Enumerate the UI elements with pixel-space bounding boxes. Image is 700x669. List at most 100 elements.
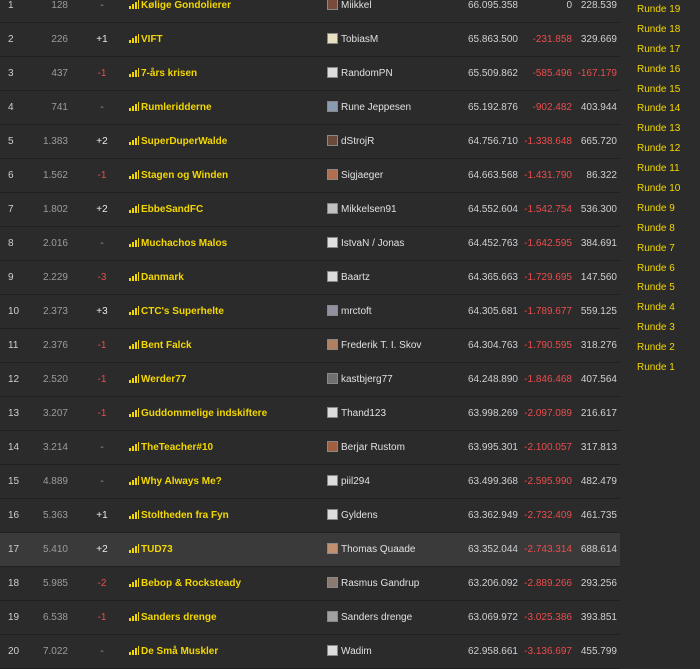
table-row[interactable]: 3 437 -1 7-års krisen RandomPN 65.509.862 -585… [0, 57, 620, 91]
table-row[interactable]: 9 2.229 -3 Danmark Baartz 64.365.663 -1.729.69… [0, 261, 620, 295]
team-link[interactable]: Guddommelige indskiftere [129, 397, 267, 430]
manager-link[interactable]: mrctoft [327, 295, 372, 328]
manager-link[interactable]: Thand123 [327, 397, 386, 430]
table-row[interactable]: 8 2.016 - Muchachos Malos IstvaN / Jonas 64.4… [0, 227, 620, 261]
manager-name: Frederik T. I. Skov [341, 340, 422, 351]
manager-link[interactable]: Wadim [327, 635, 372, 668]
team-link[interactable]: Werder77 [129, 363, 186, 396]
table-row[interactable]: 18 5.985 -2 Bebop & Rocksteady Rasmus Gandru… [0, 567, 620, 601]
manager-link[interactable]: kastbjerg77 [327, 363, 393, 396]
team-link[interactable]: De Små Muskler [129, 635, 218, 668]
round-link[interactable]: Runde 3 [630, 318, 700, 338]
diff-to-leader: -1.431.790 [524, 170, 572, 181]
team-link[interactable]: VIFT [129, 23, 163, 56]
team-link[interactable]: Sanders drenge [129, 601, 217, 634]
table-row[interactable]: 10 2.373 +3 CTC's Superhelte mrctoft 64.305.6… [0, 295, 620, 329]
table-row[interactable]: 12 2.520 -1 Werder77 kastbjerg77 64.248.890 -1… [0, 363, 620, 397]
team-link[interactable]: SuperDuperWalde [129, 125, 227, 158]
diff-to-leader: -2.595.990 [524, 476, 572, 487]
table-row[interactable]: 15 4.889 - Why Always Me? piil294 63.499.368-… [0, 465, 620, 499]
team-link[interactable]: Bent Falck [129, 329, 192, 362]
round-link[interactable]: Runde 7 [630, 239, 700, 259]
table-row[interactable]: 5 1.383 +2 SuperDuperWalde dStrojR 64.756.710… [0, 125, 620, 159]
team-link[interactable]: EbbeSandFC [129, 193, 203, 226]
total-points: 63.352.044 [467, 544, 518, 555]
table-row[interactable]: 2 226 +1 VIFT TobiasM 65.863.500 -231.858 329.6… [0, 23, 620, 57]
table-row[interactable]: 20 7.022 - De Små Muskler Wadim 62.958.661 -3.… [0, 635, 620, 669]
manager-link[interactable]: Mikkelsen91 [327, 193, 397, 226]
round-points: 147.560 [580, 272, 617, 283]
round-link[interactable]: Runde 2 [630, 338, 700, 358]
manager-link[interactable]: Baartz [327, 261, 370, 294]
manager-name: kastbjerg77 [341, 374, 393, 385]
round-link[interactable]: Runde 19 [630, 0, 700, 20]
round-points: 559.125 [580, 306, 617, 317]
avatar [327, 0, 338, 10]
manager-link[interactable]: Sanders drenge [327, 601, 412, 634]
round-link[interactable]: Runde 15 [630, 80, 700, 100]
team-link[interactable]: Stoltheden fra Fyn [129, 499, 229, 532]
table-row[interactable]: 19 6.538 -1 Sanders drenge Sanders drenge 63.… [0, 601, 620, 635]
table-row[interactable]: 16 5.363 +1 Stoltheden fra Fyn Gyldens 63.362… [0, 499, 620, 533]
rank-change: - [100, 102, 104, 113]
table-row[interactable]: 13 3.207 -1 Guddommelige indskiftere Thand12… [0, 397, 620, 431]
team-link[interactable]: TUD73 [129, 533, 173, 566]
table-row[interactable]: 14 3.214 - TheTeacher#10 Berjar Rustom 63.995… [0, 431, 620, 465]
manager-link[interactable]: IstvaN / Jonas [327, 227, 404, 260]
round-link[interactable]: Runde 17 [630, 40, 700, 60]
round-link[interactable]: Runde 12 [630, 139, 700, 159]
round-link[interactable]: Runde 14 [630, 99, 700, 119]
manager-name: Thand123 [341, 408, 387, 419]
diff-to-leader: -1.789.677 [524, 306, 572, 317]
table-row[interactable]: 11 2.376 -1 Bent Falck Frederik T. I. Skov 64… [0, 329, 620, 363]
points-gap: 128 [51, 0, 68, 11]
team-name: Werder77 [141, 374, 187, 385]
round-link[interactable]: Runde 1 [630, 358, 700, 378]
rank-change: -1 [97, 374, 107, 385]
round-link[interactable]: Runde 9 [630, 199, 700, 219]
team-link[interactable]: Why Always Me? [129, 465, 222, 498]
round-link[interactable]: Runde 4 [630, 298, 700, 318]
table-row[interactable]: 17 5.410 +2 TUD73 Thomas Quaade 63.352.044 -2.… [0, 533, 620, 567]
manager-link[interactable]: TobiasM [327, 23, 378, 56]
team-link[interactable]: Rumleridderne [129, 91, 212, 124]
table-row[interactable]: 4 741 - Rumleridderne Rune Jeppesen 65.192.87… [0, 91, 620, 125]
team-link[interactable]: TheTeacher#10 [129, 431, 213, 464]
manager-link[interactable]: Rasmus Gandrup [327, 567, 419, 600]
manager-link[interactable]: Berjar Rustom [327, 431, 405, 464]
manager-link[interactable]: Sigjaeger [327, 159, 383, 192]
manager-link[interactable]: Miikkel [327, 0, 372, 22]
table-row[interactable]: 7 1.802 +2 EbbeSandFC Mikkelsen91 64.552.604-… [0, 193, 620, 227]
team-link[interactable]: Kølige Gondolierer [129, 0, 231, 22]
manager-link[interactable]: piil294 [327, 465, 370, 498]
manager-link[interactable]: Frederik T. I. Skov [327, 329, 421, 362]
round-points: 482.479 [580, 476, 617, 487]
round-link[interactable]: Runde 10 [630, 179, 700, 199]
round-link[interactable]: Runde 18 [630, 20, 700, 40]
rank-change: -1 [97, 340, 107, 351]
round-link[interactable]: Runde 13 [630, 119, 700, 139]
table-row[interactable]: 1 128 - Kølige Gondolierer Miikkel 66.095.358… [0, 0, 620, 23]
manager-link[interactable]: Thomas Quaade [327, 533, 416, 566]
team-link[interactable]: Danmark [129, 261, 184, 294]
round-link[interactable]: Runde 5 [630, 278, 700, 298]
avatar [327, 645, 338, 656]
team-link[interactable]: Bebop & Rocksteady [129, 567, 241, 600]
round-link[interactable]: Runde 8 [630, 219, 700, 239]
team-link[interactable]: Stagen og Winden [129, 159, 228, 192]
team-link[interactable]: 7-års krisen [129, 57, 197, 90]
avatar [327, 237, 338, 248]
round-link[interactable]: Runde 11 [630, 159, 700, 179]
team-link[interactable]: Muchachos Malos [129, 227, 227, 260]
round-points: 665.720 [580, 136, 617, 147]
manager-link[interactable]: RandomPN [327, 57, 393, 90]
round-link[interactable]: Runde 16 [630, 60, 700, 80]
manager-name: TobiasM [341, 34, 379, 45]
team-link[interactable]: CTC's Superhelte [129, 295, 224, 328]
table-row[interactable]: 6 1.562 -1 Stagen og Winden Sigjaeger 64.663.… [0, 159, 620, 193]
manager-link[interactable]: dStrojR [327, 125, 374, 158]
manager-link[interactable]: Gyldens [327, 499, 378, 532]
avatar [327, 271, 338, 282]
round-link[interactable]: Runde 6 [630, 259, 700, 279]
manager-link[interactable]: Rune Jeppesen [327, 91, 411, 124]
